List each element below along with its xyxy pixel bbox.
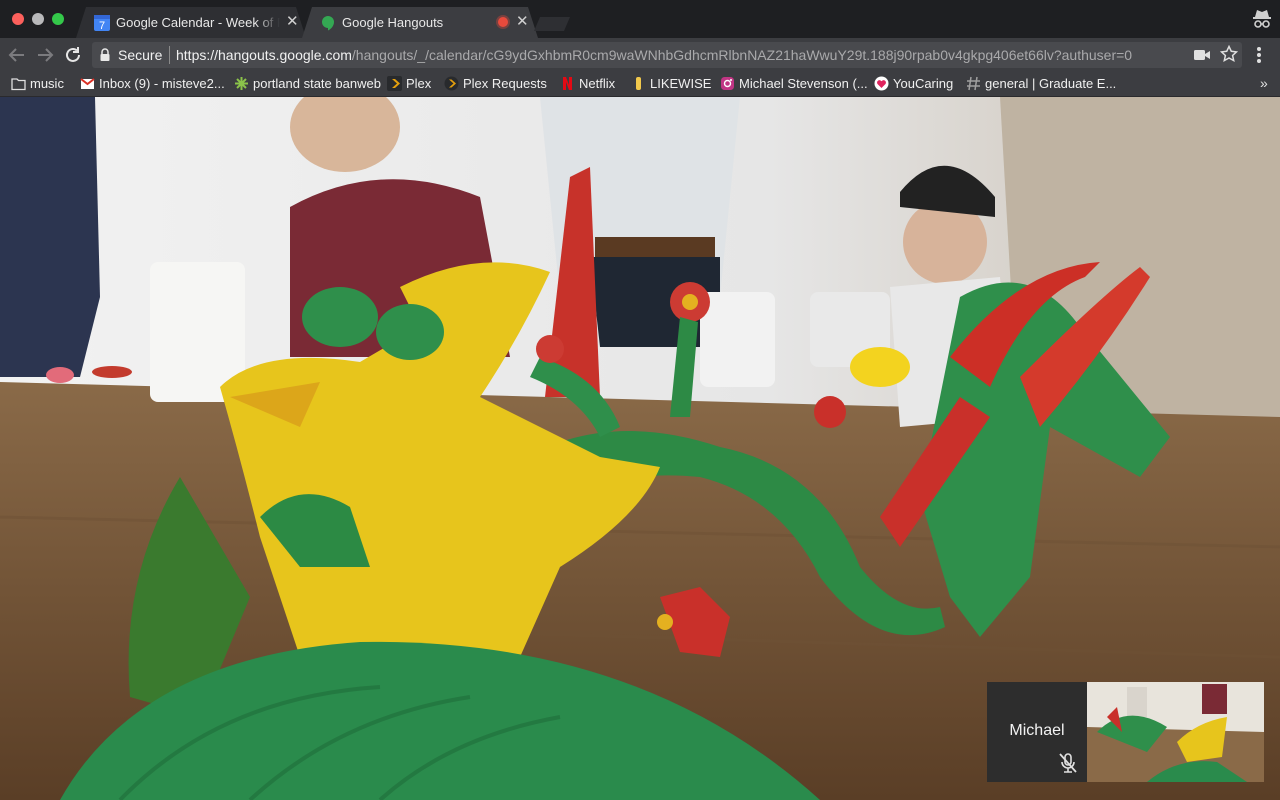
plex-requests-icon bbox=[444, 76, 459, 91]
mic-muted-icon bbox=[1059, 753, 1077, 773]
window-maximize-button[interactable] bbox=[52, 13, 64, 25]
tab-google-hangouts[interactable]: Google Hangouts ✕ bbox=[302, 7, 538, 38]
likewise-icon bbox=[636, 77, 641, 90]
svg-text:7: 7 bbox=[99, 20, 105, 31]
tab-strip: 7 Google Calendar - Week of Feb ✕ Google… bbox=[0, 0, 1280, 38]
recording-indicator-icon bbox=[498, 17, 508, 27]
tab-google-calendar[interactable]: 7 Google Calendar - Week of Feb ✕ bbox=[76, 7, 306, 38]
slack-icon bbox=[967, 76, 980, 91]
gmail-icon bbox=[80, 78, 95, 89]
lock-icon bbox=[100, 48, 110, 61]
psu-icon bbox=[235, 77, 248, 90]
back-arrow-icon[interactable] bbox=[6, 44, 28, 66]
tab-title: Google Hangouts bbox=[342, 15, 444, 30]
hangouts-icon bbox=[322, 16, 334, 31]
bookmarks-bar: music Inbox (9) - misteve2... portland s… bbox=[0, 72, 1280, 97]
window-close-button[interactable] bbox=[12, 13, 24, 25]
url-text[interactable]: https://hangouts.google.com/hangouts/_/c… bbox=[176, 47, 1186, 63]
plex-icon bbox=[387, 76, 402, 91]
close-tab-icon[interactable]: ✕ bbox=[286, 14, 299, 30]
participant-video-thumbnail[interactable] bbox=[1087, 682, 1264, 782]
netflix-icon bbox=[563, 77, 572, 90]
folder-icon bbox=[11, 78, 26, 91]
tab-title: Google Calendar - Week of Feb bbox=[116, 15, 280, 30]
window-minimize-button[interactable] bbox=[32, 13, 44, 25]
incognito-icon bbox=[1253, 10, 1271, 28]
thumbnail-frame-image bbox=[1087, 682, 1264, 782]
calendar-icon: 7 bbox=[94, 15, 110, 31]
participant-name: Michael bbox=[1009, 722, 1065, 739]
instagram-icon bbox=[721, 77, 734, 90]
bookmarks-overflow-button[interactable]: » bbox=[1260, 75, 1268, 91]
camera-icon[interactable] bbox=[1194, 49, 1210, 61]
youcaring-icon bbox=[874, 76, 889, 91]
forward-arrow-icon[interactable] bbox=[34, 44, 56, 66]
new-tab-button[interactable] bbox=[534, 17, 570, 31]
bookmark-star-icon[interactable] bbox=[1220, 45, 1238, 63]
security-label: Secure bbox=[118, 47, 163, 63]
address-bar[interactable]: Secure https://hangouts.google.com/hango… bbox=[92, 42, 1242, 68]
address-separator bbox=[169, 46, 170, 64]
browser-menu-icon[interactable] bbox=[1252, 44, 1266, 66]
reload-icon[interactable] bbox=[62, 44, 84, 66]
participant-tile[interactable]: Michael bbox=[987, 682, 1087, 782]
self-view-panel[interactable]: Michael bbox=[987, 682, 1264, 782]
close-tab-icon[interactable]: ✕ bbox=[516, 14, 529, 30]
